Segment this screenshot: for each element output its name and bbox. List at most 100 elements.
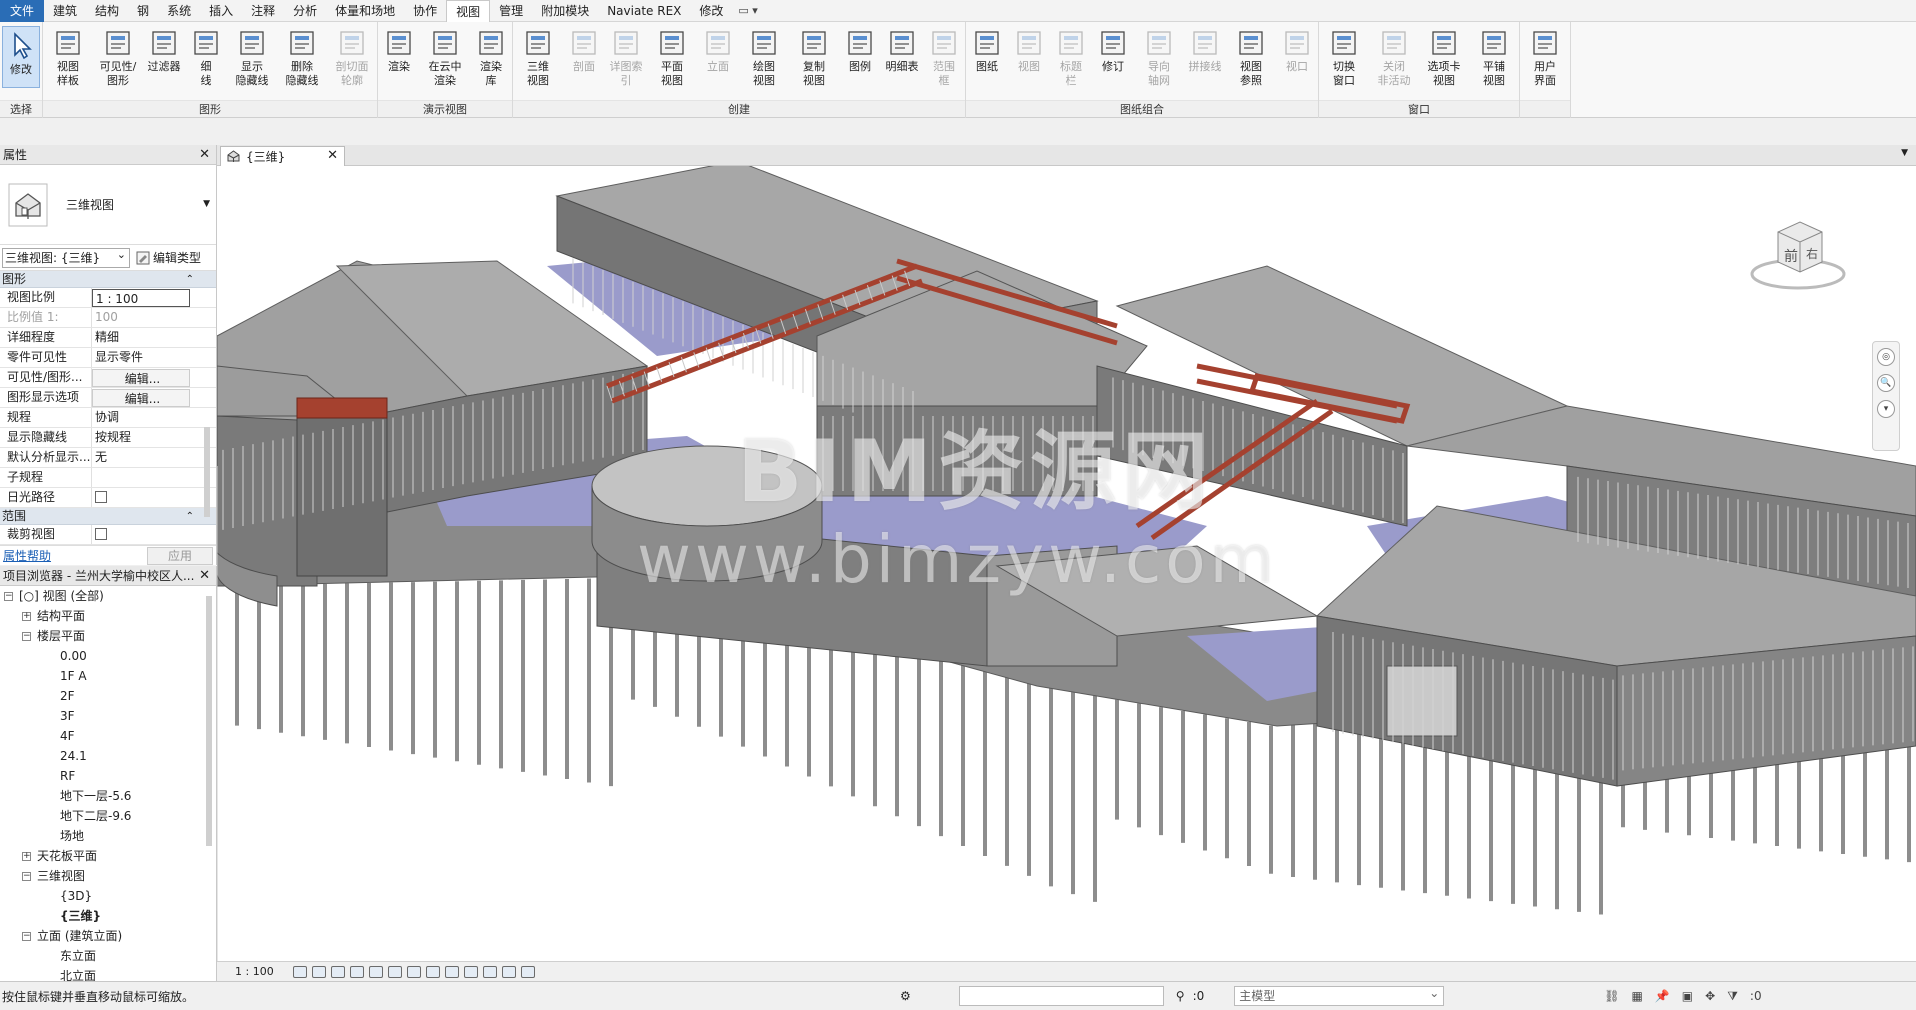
tree-item[interactable]: − 三维视图 bbox=[0, 866, 216, 886]
tree-item[interactable]: 3F bbox=[0, 706, 216, 726]
crop-view-icon[interactable] bbox=[387, 965, 402, 978]
worksets-icon[interactable]: ⚙ bbox=[900, 989, 911, 1003]
cut-profile-button[interactable]: 剖切面 轮廓 bbox=[327, 24, 377, 100]
editable-only-icon[interactable]: ⚲ bbox=[1176, 989, 1185, 1003]
panel-label[interactable]: 图纸组合 bbox=[966, 100, 1318, 117]
drag-elements-icon[interactable]: ✥ bbox=[1705, 989, 1715, 1004]
ribbon-tab[interactable]: 钢 bbox=[128, 0, 158, 22]
cloud-render-button[interactable]: 在云中 渲染 bbox=[420, 24, 470, 100]
close-icon[interactable]: ✕ bbox=[199, 145, 210, 165]
property-group-header[interactable]: 范围 ⌃ bbox=[0, 508, 216, 525]
view-template-button[interactable]: 视图 样板 bbox=[43, 24, 93, 100]
duplicate-view-button[interactable]: 复制 视图 bbox=[789, 24, 839, 100]
tree-item[interactable]: {3D} bbox=[0, 886, 216, 906]
render-gallery-button[interactable]: 渲染 库 bbox=[470, 24, 512, 100]
temporary-hide-icon[interactable] bbox=[444, 965, 459, 978]
ribbon-tab[interactable]: 结构 bbox=[86, 0, 128, 22]
select-links-icon[interactable]: ⛓ bbox=[1604, 989, 1619, 1004]
user-interface-button[interactable]: 用户 界面 bbox=[1520, 24, 1570, 100]
rendering-dialog-icon[interactable] bbox=[368, 965, 383, 978]
sheet-button[interactable]: 图纸 bbox=[966, 24, 1008, 100]
property-checkbox[interactable] bbox=[95, 491, 107, 503]
ribbon-tab[interactable]: 协作 bbox=[404, 0, 446, 22]
view-reference-button[interactable]: 视图 参照 bbox=[1226, 24, 1276, 100]
tree-item[interactable]: {三维} bbox=[0, 906, 216, 926]
legend-button[interactable]: 图例 bbox=[839, 24, 881, 100]
collapse-icon[interactable]: − bbox=[4, 592, 13, 601]
sun-path-icon[interactable] bbox=[330, 965, 345, 978]
view-tab-3d[interactable]: {三维} ✕ bbox=[220, 146, 345, 166]
remove-hidden-lines-button[interactable]: 删除 隐藏线 bbox=[277, 24, 327, 100]
tree-item[interactable]: 场地 bbox=[0, 826, 216, 846]
ribbon-tab[interactable]: 建筑 bbox=[44, 0, 86, 22]
viewcube[interactable]: 前 右 bbox=[1748, 216, 1848, 296]
place-view-button[interactable]: 视图 bbox=[1008, 24, 1050, 100]
show-crop-region-icon[interactable] bbox=[406, 965, 421, 978]
visual-style-icon[interactable] bbox=[311, 965, 326, 978]
property-value[interactable]: 1 : 100 bbox=[92, 289, 190, 307]
edit-type-button[interactable]: 编辑类型 bbox=[136, 249, 201, 266]
zoom-dropdown-icon[interactable]: ▾ bbox=[1877, 400, 1895, 418]
analytical-model-icon[interactable] bbox=[520, 965, 535, 978]
close-icon[interactable]: ✕ bbox=[327, 148, 338, 163]
scrollbar[interactable] bbox=[206, 596, 212, 846]
title-block-button[interactable]: 标题 栏 bbox=[1050, 24, 1092, 100]
switch-windows-button[interactable]: 切换 窗口 bbox=[1319, 24, 1369, 100]
tile-views-button[interactable]: 平铺 视图 bbox=[1469, 24, 1519, 100]
viewports-button[interactable]: 视口 bbox=[1276, 24, 1318, 100]
property-value[interactable]: 100 bbox=[92, 308, 190, 327]
select-pinned-icon[interactable]: 📌 bbox=[1655, 989, 1670, 1004]
close-icon[interactable]: ✕ bbox=[199, 566, 210, 586]
tree-item[interactable]: − 立面 (建筑立面) bbox=[0, 926, 216, 946]
property-group-header[interactable]: 图形 ⌃ bbox=[0, 271, 216, 288]
tree-item[interactable]: 地下一层-5.6 bbox=[0, 786, 216, 806]
ribbon-tab[interactable]: 注释 bbox=[242, 0, 284, 22]
property-edit-button[interactable]: 编辑... bbox=[92, 369, 190, 387]
scope-box-button[interactable]: 范围 框 bbox=[923, 24, 965, 100]
close-inactive-button[interactable]: 关闭 非活动 bbox=[1369, 24, 1419, 100]
properties-help-link[interactable]: 属性帮助 bbox=[3, 547, 51, 564]
panel-label[interactable]: 创建 bbox=[513, 100, 965, 117]
tree-item[interactable]: + 结构平面 bbox=[0, 606, 216, 626]
ribbon-tab[interactable]: 体量和场地 bbox=[326, 0, 404, 22]
expand-icon[interactable]: + bbox=[22, 852, 31, 861]
reveal-hidden-icon[interactable] bbox=[463, 965, 478, 978]
tree-item[interactable]: + 天花板平面 bbox=[0, 846, 216, 866]
instance-selector[interactable]: 三维视图: {三维} bbox=[2, 246, 130, 268]
property-value[interactable]: 协调 bbox=[92, 408, 190, 427]
shadows-icon[interactable] bbox=[349, 965, 364, 978]
chevron-down-icon[interactable]: ▼ bbox=[1901, 148, 1908, 158]
ribbon-tab[interactable]: 插入 bbox=[200, 0, 242, 22]
thin-lines-button[interactable]: 细 线 bbox=[185, 24, 227, 100]
property-value[interactable]: 无 bbox=[92, 448, 190, 467]
panel-label[interactable]: 选择 bbox=[0, 100, 42, 117]
render-button[interactable]: 渲染 bbox=[378, 24, 420, 100]
tree-item[interactable]: 4F bbox=[0, 726, 216, 746]
cursor-button[interactable]: 修改 bbox=[2, 26, 40, 88]
property-value[interactable]: 按规程 bbox=[92, 428, 190, 447]
revisions-button[interactable]: 修订 bbox=[1092, 24, 1134, 100]
property-value[interactable]: 显示零件 bbox=[92, 348, 190, 367]
plan-view-button[interactable]: 平面 视图 bbox=[647, 24, 697, 100]
select-by-face-icon[interactable]: ▣ bbox=[1682, 989, 1693, 1004]
collapse-icon[interactable]: ⌃ bbox=[186, 508, 194, 525]
lock-3d-view-icon[interactable] bbox=[425, 965, 440, 978]
ribbon-tab[interactable]: 视图 bbox=[446, 0, 491, 22]
tree-item[interactable]: 北立面 bbox=[0, 966, 216, 981]
tree-item[interactable]: 地下二层-9.6 bbox=[0, 806, 216, 826]
ribbon-tab[interactable]: 系统 bbox=[158, 0, 200, 22]
3d-viewport[interactable]: BIM资源网 www.bimzyw.com 前 右 ◎ 🔍 ▾ bbox=[217, 166, 1916, 961]
ribbon-tab[interactable]: 分析 bbox=[284, 0, 326, 22]
worksharing-display-icon[interactable] bbox=[501, 965, 516, 978]
tree-item[interactable]: − [○] 视图 (全部) bbox=[0, 586, 216, 606]
property-value[interactable]: 精细 bbox=[92, 328, 190, 347]
show-hidden-lines-button[interactable]: 显示 隐藏线 bbox=[227, 24, 277, 100]
property-value[interactable] bbox=[92, 468, 190, 487]
tree-item[interactable]: 24.1 bbox=[0, 746, 216, 766]
property-edit-button[interactable]: 编辑... bbox=[92, 389, 190, 407]
apply-button[interactable]: 应用 bbox=[147, 546, 213, 565]
panel-label[interactable]: 图形 bbox=[43, 100, 377, 117]
tree-item[interactable]: − 楼层平面 bbox=[0, 626, 216, 646]
tab-views-button[interactable]: 选项卡 视图 bbox=[1419, 24, 1469, 100]
tree-item[interactable]: 2F bbox=[0, 686, 216, 706]
